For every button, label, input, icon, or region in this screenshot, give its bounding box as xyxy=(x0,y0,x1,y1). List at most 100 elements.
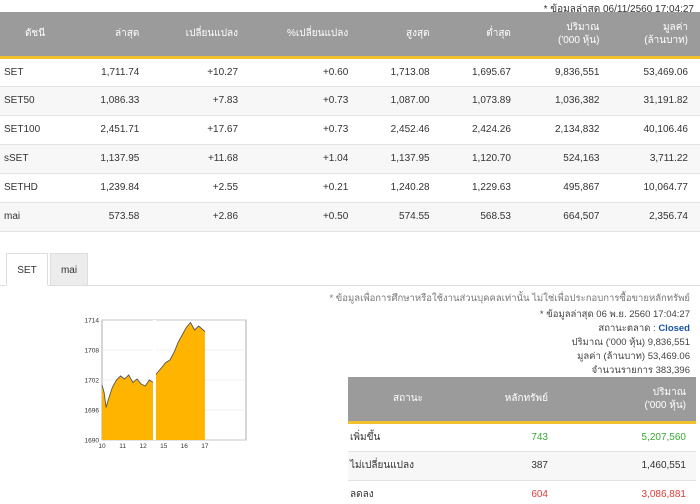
table-row: ไม่เปลี่ยนแปลง 387 1,460,551 xyxy=(348,451,696,481)
stat-count: 604 xyxy=(468,480,558,504)
tab-mai[interactable]: mai xyxy=(50,253,88,286)
index-pct-change: +0.50 xyxy=(250,202,361,232)
index-pct-change: +0.73 xyxy=(250,86,361,116)
index-value: 2,356.74 xyxy=(611,202,700,232)
index-volume: 9,836,551 xyxy=(522,57,612,87)
index-change: +11.68 xyxy=(151,144,251,174)
index-value: 3,711.22 xyxy=(611,144,700,174)
stat-count: 743 xyxy=(468,422,558,452)
index-last: 573.58 xyxy=(70,202,152,232)
tab-set[interactable]: SET xyxy=(6,253,48,286)
y-tick-label: 1714 xyxy=(85,318,100,325)
index-last: 2,451.71 xyxy=(70,115,152,145)
stat-count: 387 xyxy=(468,451,558,481)
market-status-label: สถานะตลาด : xyxy=(598,323,656,334)
index-low: 1,120.70 xyxy=(441,144,523,174)
x-tick-label: 16 xyxy=(181,443,189,450)
stat-volume: 1,460,551 xyxy=(558,451,696,481)
table-row: เพิ่มขึ้น 743 5,207,560 xyxy=(348,422,696,452)
index-low: 1,229.63 xyxy=(441,173,523,203)
x-tick-label: 17 xyxy=(201,443,209,450)
index-link-sethd[interactable]: SETHD xyxy=(0,173,70,203)
index-volume: 664,507 xyxy=(522,202,612,232)
market-volume: ปริมาณ ('000 หุ้น) 9,836,551 xyxy=(571,337,690,348)
market-transactions: จำนวนรายการ 383,396 xyxy=(591,365,690,376)
table-row: SETHD 1,239.84 +2.55 +0.21 1,240.28 1,22… xyxy=(0,173,700,203)
index-table: ดัชนี ล่าสุด เปลี่ยนแปลง %เปลี่ยนแปลง สู… xyxy=(0,12,700,232)
index-volume: 2,134,832 xyxy=(522,115,612,145)
stat-volume: 5,207,560 xyxy=(558,422,696,452)
index-link-set50[interactable]: SET50 xyxy=(0,86,70,116)
x-tick-label: 15 xyxy=(160,443,168,450)
x-tick-label: 10 xyxy=(98,443,106,450)
index-low: 1,073.89 xyxy=(441,86,523,116)
index-last: 1,137.95 xyxy=(70,144,152,174)
index-change: +2.55 xyxy=(151,173,251,203)
index-value: 31,191.82 xyxy=(611,86,700,116)
index-high: 574.55 xyxy=(360,202,442,232)
header-index: ดัชนี xyxy=(0,12,70,59)
index-volume: 495,867 xyxy=(522,173,612,203)
index-change: +7.83 xyxy=(151,86,251,116)
stat-table-header: สถานะ หลักทรัพย์ ปริมาณ ('000 หุ้น) xyxy=(348,377,696,424)
table-row: mai 573.58 +2.86 +0.50 574.55 568.53 664… xyxy=(0,202,700,232)
advance-decline-table: สถานะ หลักทรัพย์ ปริมาณ ('000 หุ้น) เพิ่ม… xyxy=(348,377,696,504)
table-row: sSET 1,137.95 +11.68 +1.04 1,137.95 1,12… xyxy=(0,144,700,174)
table-row: SET 1,711.74 +10.27 +0.60 1,713.08 1,695… xyxy=(0,57,700,87)
header-stat-volume: ปริมาณ ('000 หุ้น) xyxy=(558,377,696,424)
y-tick-label: 1690 xyxy=(85,438,100,445)
index-high: 1,137.95 xyxy=(360,144,442,174)
market-status: สถานะตลาด : Closed xyxy=(598,321,690,336)
header-high: สูงสุด xyxy=(360,12,442,59)
stat-status: เพิ่มขึ้น xyxy=(348,422,468,452)
index-link-sset[interactable]: sSET xyxy=(0,144,70,174)
index-low: 1,695.67 xyxy=(441,57,523,87)
stat-status: ลดลง xyxy=(348,480,468,504)
index-value: 53,469.06 xyxy=(611,57,700,87)
table-row: SET100 2,451.71 +17.67 +0.73 2,452.46 2,… xyxy=(0,115,700,145)
market-updated: * ข้อมูลล่าสุด 06 พ.ย. 2560 17:04:27 xyxy=(539,309,690,320)
stat-status: ไม่เปลี่ยนแปลง xyxy=(348,451,468,481)
index-high: 1,087.00 xyxy=(360,86,442,116)
index-last: 1,239.84 xyxy=(70,173,152,203)
index-high: 2,452.46 xyxy=(360,115,442,145)
index-high: 1,713.08 xyxy=(360,57,442,87)
index-change: +17.67 xyxy=(151,115,251,145)
index-pct-change: +1.04 xyxy=(250,144,361,174)
index-value: 10,064.77 xyxy=(611,173,700,203)
index-volume: 1,036,382 xyxy=(522,86,612,116)
index-change: +2.86 xyxy=(151,202,251,232)
stat-volume: 3,086,881 xyxy=(558,480,696,504)
index-name: SET xyxy=(0,57,70,87)
y-tick-label: 1702 xyxy=(85,378,100,385)
x-tick-label: 11 xyxy=(119,443,126,450)
table-row: ลดลง 604 3,086,881 xyxy=(348,480,696,504)
market-tabs: SET mai xyxy=(0,253,700,286)
header-volume: ปริมาณ ('000 หุ้น) xyxy=(522,12,612,59)
index-volume: 524,163 xyxy=(522,144,612,174)
index-name: mai xyxy=(0,202,70,232)
y-tick-label: 1696 xyxy=(85,408,100,415)
table-row: SET50 1,086.33 +7.83 +0.73 1,087.00 1,07… xyxy=(0,86,700,116)
header-low: ต่ำสุด xyxy=(441,12,523,59)
index-table-header: ดัชนี ล่าสุด เปลี่ยนแปลง %เปลี่ยนแปลง สู… xyxy=(0,12,700,59)
header-pct-change: %เปลี่ยนแปลง xyxy=(250,12,361,59)
market-value: มูลค่า (ล้านบาท) 53,469.06 xyxy=(577,351,690,362)
index-pct-change: +0.21 xyxy=(250,173,361,203)
intraday-index-chart: 1714 1708 1702 1696 169010 11 12 15 16 17 xyxy=(85,318,247,450)
market-status-value: Closed xyxy=(658,323,690,334)
index-high: 1,240.28 xyxy=(360,173,442,203)
header-status: สถานะ xyxy=(348,377,468,424)
y-tick-label: 1708 xyxy=(85,348,100,355)
index-last: 1,711.74 xyxy=(70,57,152,87)
index-pct-change: +0.73 xyxy=(250,115,361,145)
header-value: มูลค่า (ล้านบาท) xyxy=(611,12,700,59)
x-tick-label: 12 xyxy=(140,443,148,450)
disclaimer-text: * ข้อมูลเพื่อการศึกษาหรือใช้งานส่วนบุคคล… xyxy=(329,293,690,304)
header-last: ล่าสุด xyxy=(70,12,152,59)
index-link-set100[interactable]: SET100 xyxy=(0,115,70,145)
index-value: 40,106.46 xyxy=(611,115,700,145)
index-pct-change: +0.60 xyxy=(250,57,361,87)
header-change: เปลี่ยนแปลง xyxy=(151,12,251,59)
index-low: 568.53 xyxy=(441,202,523,232)
